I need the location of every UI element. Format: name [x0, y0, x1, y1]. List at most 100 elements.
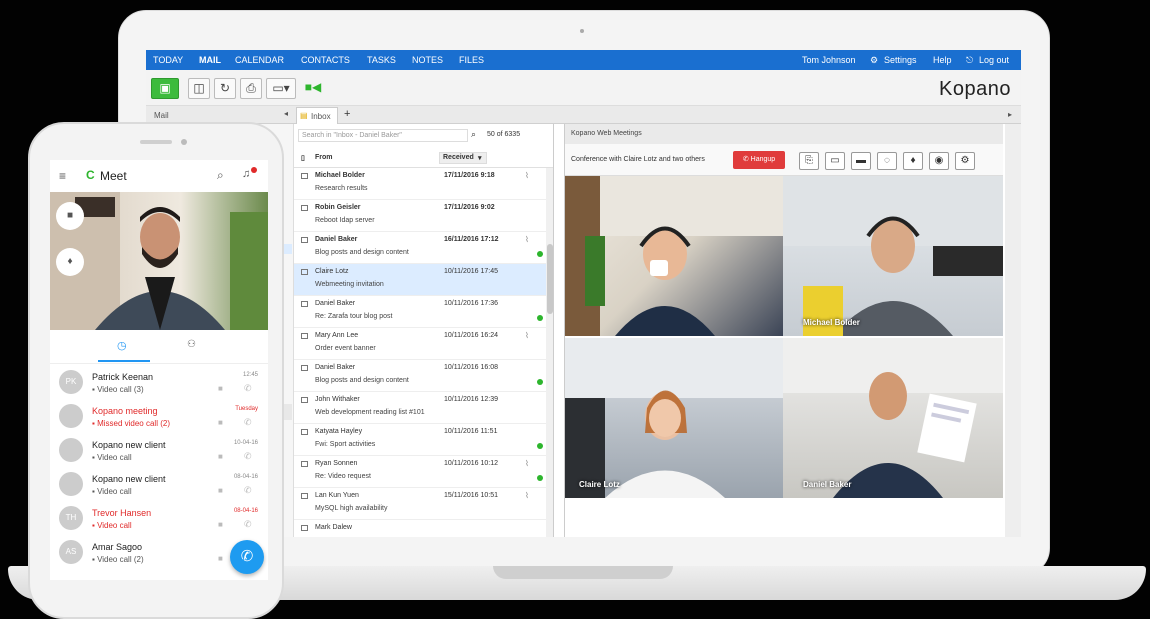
add-tab-icon[interactable]: +	[344, 108, 350, 120]
self-video[interactable]: ■ ♦	[50, 192, 268, 330]
call-time: 12:45	[242, 372, 258, 378]
video-camera-icon[interactable]: ■◀	[302, 78, 324, 99]
meeting-settings-icon[interactable]: ⚙	[955, 152, 975, 170]
message-row[interactable]: Mark Dalew	[294, 520, 546, 537]
nav-today[interactable]: TODAY	[153, 55, 183, 65]
visibility-icon[interactable]: ◉	[929, 152, 949, 170]
participant-video-4	[783, 338, 1003, 498]
sort-received[interactable]: Received ▾	[439, 152, 487, 164]
phone-icon[interactable]: ✆	[244, 519, 252, 530]
list-scrollbar[interactable]	[546, 168, 553, 537]
nav-files[interactable]: FILES	[459, 55, 484, 65]
message-subject: Webmeeting invitation	[315, 281, 384, 288]
call-status: ▪ Video call (2)	[92, 555, 144, 564]
video-tile-1[interactable]	[565, 176, 783, 336]
video-tile-4[interactable]: Daniel Baker	[783, 338, 1003, 498]
call-list-item[interactable]: TH Trevor Hansen ▪ Video call 08-04-16 ■ ✆	[50, 502, 268, 535]
nav-contacts[interactable]: CONTACTS	[301, 55, 350, 65]
nav-mail[interactable]: MAIL	[199, 55, 221, 65]
video-tile-2[interactable]: Michael Bolder	[783, 176, 1003, 336]
gear-icon[interactable]: ⚙	[870, 55, 878, 66]
call-list-item[interactable]: PK Patrick Keenan ▪ Video call (3) 12:45 ■ ✆	[50, 366, 268, 399]
message-row[interactable]: Lan Kun Yuen MySQL high availability 15/11…	[294, 488, 546, 520]
avatar	[59, 472, 83, 496]
envelope-icon	[301, 397, 308, 403]
view-options-icon[interactable]: ▭▾	[266, 78, 296, 99]
new-video-call-button[interactable]: ▣	[151, 78, 179, 99]
message-count: 50 of 6335	[487, 131, 521, 138]
record-icon[interactable]: ⎘	[799, 152, 819, 170]
envelope-icon	[301, 333, 308, 339]
search-input[interactable]: Search in "Inbox - Daniel Baker"	[298, 129, 468, 142]
notification-badge	[251, 167, 257, 173]
folder-share-icon[interactable]: ▭	[825, 152, 845, 170]
help-link[interactable]: Help	[933, 55, 952, 65]
collapse-icon[interactable]: ◂	[284, 109, 288, 118]
call-list-item[interactable]: Kopano new client ▪ Video call 10-04-16 ■ ✆	[50, 434, 268, 467]
message-row[interactable]: Katyata Hayley Fwi: Sport activities 10/11…	[294, 424, 546, 456]
nav-calendar[interactable]: CALENDAR	[235, 55, 284, 65]
recent-calls-icon[interactable]: ◷	[117, 339, 127, 352]
call-name: Kopano meeting	[92, 406, 158, 416]
right-scrollbar[interactable]	[1005, 124, 1021, 537]
new-call-fab[interactable]: ✆	[230, 540, 264, 574]
video-icon[interactable]: ■	[218, 418, 223, 427]
video-icon[interactable]: ■	[218, 520, 223, 529]
chat-icon[interactable]: ◌	[877, 152, 897, 170]
message-row[interactable]: Michael Bolder Research results 17/11/2016…	[294, 168, 546, 200]
search-icon[interactable]: ⌕	[217, 168, 224, 183]
message-row[interactable]: Claire Lotz Webmeeting invitation 10/11/20…	[294, 264, 546, 296]
refresh-icon[interactable]: ↻	[214, 78, 236, 99]
phone-icon[interactable]: ✆	[244, 417, 252, 428]
search-icon[interactable]: ⌕	[471, 129, 476, 140]
avatar	[59, 404, 83, 428]
microphone-toggle-icon[interactable]: ♦	[56, 248, 84, 276]
conference-label: Conference with Claire Lotz and two othe…	[571, 156, 705, 163]
screen-share-icon[interactable]: ▬	[851, 152, 871, 170]
phone-icon[interactable]: ✆	[244, 451, 252, 462]
message-row[interactable]: Ryan Sonnen Re: Video request 10/11/2016 1…	[294, 456, 546, 488]
call-list-item[interactable]: Kopano new client ▪ Video call 08-04-16 ■ ✆	[50, 468, 268, 501]
bell-icon[interactable]: ♫	[242, 168, 250, 180]
video-icon[interactable]: ■	[218, 486, 223, 495]
envelope-icon	[301, 269, 308, 275]
participant-name-1: Michael Bolder	[803, 318, 860, 327]
envelope-icon	[301, 429, 308, 435]
microphone-icon[interactable]: ♦	[903, 152, 923, 170]
message-subject: Reboot Idap server	[315, 217, 375, 224]
online-status-dot	[537, 379, 543, 385]
logout-link[interactable]: Log out	[979, 55, 1009, 65]
nav-notes[interactable]: NOTES	[412, 55, 443, 65]
message-row[interactable]: Daniel Baker Blog posts and design conten…	[294, 360, 546, 392]
message-row[interactable]: John Withaker Web development reading lis…	[294, 392, 546, 424]
message-row[interactable]: Daniel Baker Re: Zarafa tour blog post 10/…	[294, 296, 546, 328]
hangup-button[interactable]: ✆ Hangup	[733, 151, 785, 169]
phone-icon[interactable]: ✆	[244, 383, 252, 394]
settings-link[interactable]: Settings	[884, 55, 917, 65]
nav-tasks[interactable]: TASKS	[367, 55, 396, 65]
col-from[interactable]: From	[315, 154, 333, 161]
tab-inbox[interactable]: ▤ Inbox	[296, 107, 338, 124]
call-status: ▪ Video call	[92, 521, 132, 530]
meeting-toolbar: Conference with Claire Lotz and two othe…	[565, 144, 1003, 176]
menu-icon[interactable]: ≡	[59, 169, 66, 183]
message-row[interactable]: Daniel Baker Blog posts and design conten…	[294, 232, 546, 264]
expand-icon[interactable]: ▸	[1008, 110, 1012, 119]
contacts-icon[interactable]: ⚇	[187, 339, 196, 350]
video-icon[interactable]: ■	[218, 384, 223, 393]
message-row[interactable]: Robin Geisler Reboot Idap server 17/11/201…	[294, 200, 546, 232]
user-name[interactable]: Tom Johnson	[802, 55, 856, 65]
camera-toggle-icon[interactable]: ■	[56, 202, 84, 230]
print-icon[interactable]: ⎙	[240, 78, 262, 99]
video-icon[interactable]: ■	[218, 452, 223, 461]
call-status: ▪ Video call (3)	[92, 385, 144, 394]
call-list-item[interactable]: Kopano meeting ▪ Missed video call (2) Tue…	[50, 400, 268, 433]
list-scroll-thumb[interactable]	[547, 244, 553, 314]
logout-icon[interactable]: ⎋	[966, 55, 973, 66]
video-icon[interactable]: ■	[218, 554, 223, 563]
phone-icon[interactable]: ✆	[244, 485, 252, 496]
message-row[interactable]: Mary Ann Lee Order event banner 10/11/2016…	[294, 328, 546, 360]
folder-scroll[interactable]	[284, 404, 292, 420]
video-tile-3[interactable]: Claire Lotz	[565, 338, 783, 498]
address-book-icon[interactable]: ◫	[188, 78, 210, 99]
